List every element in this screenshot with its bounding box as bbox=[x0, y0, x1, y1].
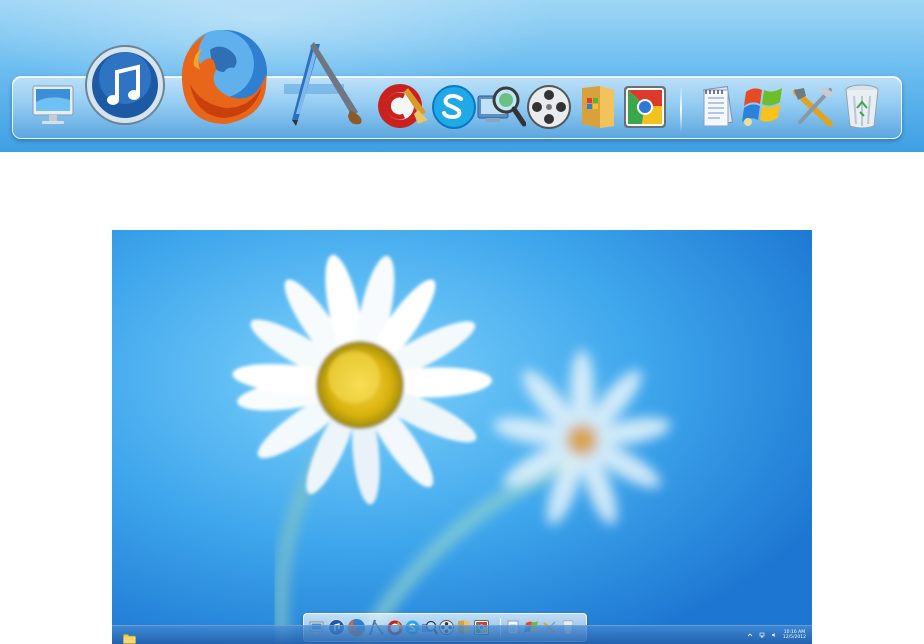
itunes-icon[interactable] bbox=[84, 44, 166, 126]
windows-xp-icon[interactable] bbox=[740, 84, 788, 128]
dock-zoom-view bbox=[0, 0, 924, 152]
tools-icon[interactable] bbox=[790, 84, 836, 130]
file-explorer-icon[interactable] bbox=[123, 629, 136, 644]
dock-separator bbox=[680, 86, 682, 132]
taskbar-clock[interactable]: 10:16 AM 12/5/2012 bbox=[783, 630, 806, 640]
volume-icon[interactable] bbox=[771, 632, 777, 638]
daisy-wallpaper bbox=[112, 230, 812, 644]
chevron-up-icon[interactable] bbox=[747, 632, 753, 638]
notepad-icon[interactable] bbox=[700, 86, 734, 128]
windows-folder-icon[interactable] bbox=[578, 84, 618, 130]
network-icon[interactable] bbox=[759, 632, 765, 638]
chrome-icon[interactable] bbox=[622, 84, 668, 130]
taskbar: 10:16 AM 12/5/2012 bbox=[112, 625, 812, 644]
ccleaner-icon[interactable] bbox=[374, 82, 428, 130]
network-search-icon[interactable] bbox=[476, 82, 526, 130]
recycle-bin-icon[interactable] bbox=[842, 82, 882, 130]
skype-icon[interactable] bbox=[430, 84, 478, 130]
video-reel-icon[interactable] bbox=[526, 84, 572, 130]
system-tray: 10:16 AM 12/5/2012 bbox=[747, 627, 806, 643]
desktop-screenshot: 10:16 AM 12/5/2012 bbox=[112, 230, 812, 644]
clock-date: 12/5/2012 bbox=[782, 635, 806, 640]
firefox-icon[interactable] bbox=[170, 20, 276, 132]
computer-icon[interactable] bbox=[30, 82, 76, 128]
paint-brush-icon[interactable] bbox=[284, 40, 368, 126]
